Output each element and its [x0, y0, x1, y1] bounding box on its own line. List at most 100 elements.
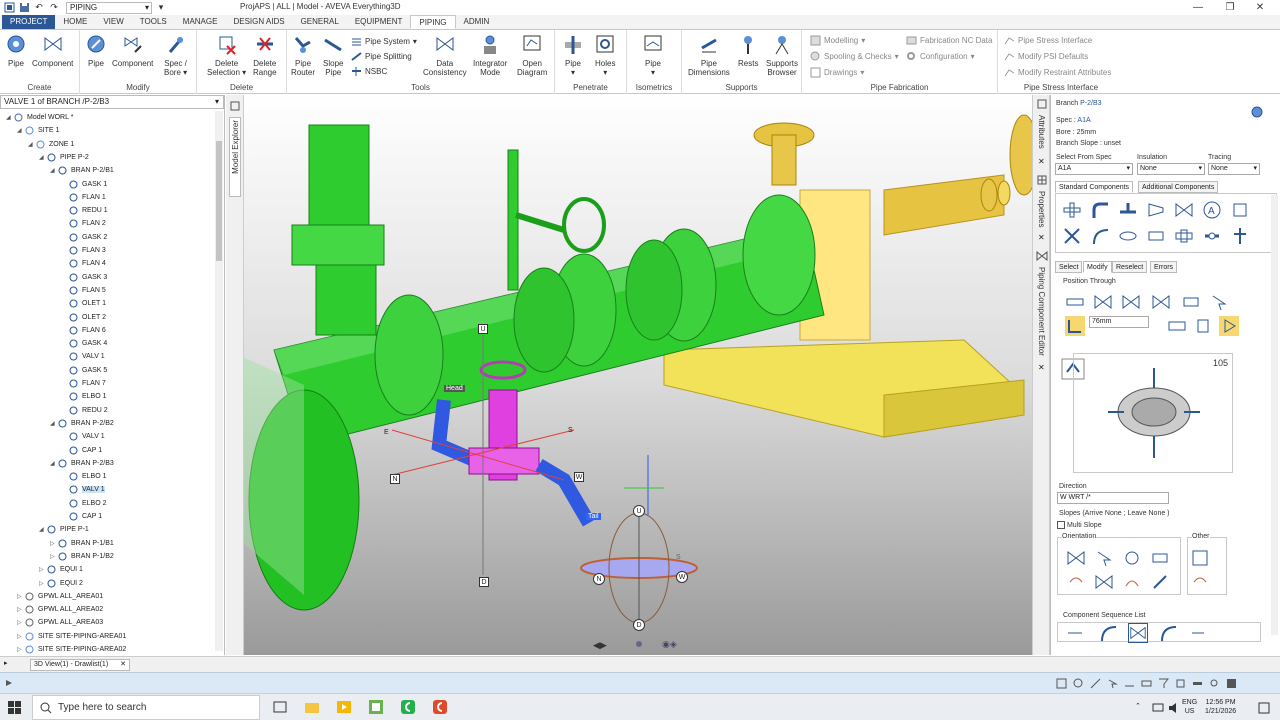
status-grid-icon[interactable]	[1056, 678, 1067, 689]
pump-flange[interactable]	[742, 194, 816, 316]
tree-toggle-icon[interactable]: ▷	[17, 593, 25, 600]
tree-toggle-icon[interactable]: ▷	[39, 566, 47, 573]
tree-toggle-icon[interactable]: ▷	[17, 619, 25, 626]
seq-cap-icon[interactable]	[1188, 623, 1208, 643]
volume-icon[interactable]	[1168, 702, 1180, 714]
tree-node[interactable]: VALV 1	[61, 430, 105, 443]
multi-slope-checkbox[interactable]	[1057, 521, 1065, 529]
properties-close-icon[interactable]: ✕	[1038, 233, 1045, 242]
attributes-close-icon[interactable]: ✕	[1038, 157, 1045, 166]
tree-node[interactable]: CAP 1	[61, 510, 102, 523]
pce-valve-icon[interactable]	[1036, 251, 1048, 261]
gizmo-north[interactable]: N	[593, 573, 605, 585]
position-cursor-icon[interactable]	[1209, 292, 1229, 312]
union-icon[interactable]	[1174, 226, 1194, 246]
tree-toggle-icon[interactable]: ◢	[6, 114, 14, 121]
explorer-pin-icon[interactable]	[230, 101, 240, 111]
tree-node[interactable]: FLAN 7	[61, 377, 106, 390]
olet-icon[interactable]	[1202, 226, 1222, 246]
view-dot-icon[interactable]	[636, 641, 642, 647]
tee-fitting[interactable]	[291, 224, 385, 266]
iso-pipe-button[interactable]: Pipe ▾	[643, 34, 663, 77]
explorer-header-combo[interactable]: VALVE 1 of BRANCH /P-2/B3	[0, 95, 224, 109]
direction-input[interactable]: W WRT /*	[1057, 492, 1169, 504]
customize-qa-icon[interactable]: ▾	[155, 2, 167, 14]
tree-toggle-icon[interactable]: ◢	[50, 420, 58, 427]
delete-selection-button[interactable]: Delete Selection ▾	[207, 34, 246, 77]
3d-scene[interactable]	[244, 95, 1032, 655]
orient-arrow-icon[interactable]	[1150, 572, 1170, 592]
taskbar-search[interactable]: Type here to search	[32, 695, 260, 720]
modify-pipe-button[interactable]: Pipe	[86, 34, 106, 68]
spec-bore-button[interactable]: Spec / Bore ▾	[164, 34, 187, 77]
orient-rotate2-icon[interactable]	[1122, 572, 1142, 592]
holes-button[interactable]: Holes ▾	[595, 34, 615, 77]
tree-node[interactable]: ELBO 2	[61, 497, 107, 510]
tree-node[interactable]: GASK 5	[61, 364, 107, 377]
tree-node[interactable]: REDU 2	[61, 404, 108, 417]
tree-node[interactable]: ▷ GPWL ALL_AREA03	[17, 616, 103, 629]
filter-icon[interactable]	[1230, 226, 1250, 246]
tree-node[interactable]: ◢ BRAN P-2/B1	[50, 164, 114, 177]
status-view-icon[interactable]	[1141, 678, 1152, 689]
pipe-splitting-button[interactable]: Pipe Splitting	[351, 49, 412, 63]
flange-2[interactable]	[513, 267, 575, 373]
tree-node[interactable]: VALV 1	[61, 483, 105, 496]
other-rotate-icon[interactable]	[1190, 572, 1210, 592]
orient-coupling-icon[interactable]	[1150, 548, 1170, 568]
tree-toggle-icon[interactable]: ▷	[50, 540, 58, 547]
tab-design-aids[interactable]: DESIGN AIDS	[225, 15, 292, 29]
elbow-icon[interactable]	[1090, 200, 1110, 220]
aveva-e3d-icon[interactable]	[368, 699, 384, 715]
pce-settings-icon[interactable]	[1247, 105, 1267, 119]
tree-node[interactable]: ◢ PIPE P-2	[39, 151, 89, 164]
bend-icon[interactable]	[1090, 226, 1110, 246]
status-layers-icon[interactable]	[1175, 678, 1186, 689]
tree-node[interactable]: FLAN 3	[61, 244, 106, 257]
tree-node[interactable]: ◢ PIPE P-1	[39, 523, 89, 536]
status-snap-icon[interactable]	[1073, 678, 1084, 689]
tab-project[interactable]: PROJECT	[2, 15, 56, 29]
redo-icon[interactable]: ↷	[48, 2, 60, 14]
pipe-stress-interface-button[interactable]: Pipe Stress Interface	[1004, 33, 1092, 47]
attributes-tab[interactable]: Attributes	[1036, 113, 1048, 157]
position-play-icon[interactable]	[1219, 316, 1239, 336]
tree-node[interactable]: VALV 1	[61, 350, 105, 363]
doc-tab-3d-view[interactable]: 3D View(1) - Drawlist(1) ✕	[30, 659, 130, 671]
tab-admin[interactable]: ADMIN	[456, 15, 498, 29]
status-tools-icon[interactable]	[1192, 678, 1203, 689]
coupling-icon[interactable]	[1146, 226, 1166, 246]
tree-toggle-icon[interactable]: ▷	[17, 646, 25, 653]
tree-toggle-icon[interactable]: ◢	[17, 127, 25, 134]
position-valve2-icon[interactable]	[1121, 292, 1141, 312]
tree-toggle-icon[interactable]: ◢	[39, 526, 47, 533]
pce-tab[interactable]: Piping Component Editor	[1036, 265, 1048, 365]
pump-motor[interactable]	[1009, 114, 1032, 196]
tab-view[interactable]: VIEW	[95, 15, 131, 29]
clock[interactable]: 12:56 PM 1/21/2026	[1205, 698, 1236, 716]
status-help-icon[interactable]	[1226, 678, 1237, 689]
flange-1[interactable]	[374, 294, 444, 416]
position-distance-icon[interactable]	[1065, 316, 1085, 336]
mode-tab-select[interactable]: Select	[1055, 261, 1083, 273]
tree-toggle-icon[interactable]: ◢	[50, 460, 58, 467]
slope-pipe-button[interactable]: Slope Pipe	[323, 34, 343, 77]
tree-node[interactable]: ◢ BRAN P-2/B3	[50, 457, 114, 470]
position-flange-icon[interactable]	[1181, 292, 1201, 312]
properties-grid-icon[interactable]	[1037, 175, 1047, 185]
drawings-button[interactable]: Drawings ▾	[810, 65, 864, 79]
integrator-mode-button[interactable]: Integrator Mode	[473, 34, 507, 77]
tree-node[interactable]: GASK 1	[61, 178, 107, 191]
tree-toggle-icon[interactable]: ◢	[28, 141, 36, 148]
file-explorer-icon[interactable]	[304, 699, 320, 715]
orient-valve-icon[interactable]	[1066, 548, 1086, 568]
create-pipe-button[interactable]: Pipe	[6, 34, 26, 68]
notifications-icon[interactable]	[1258, 702, 1270, 714]
tab-standard-components[interactable]: Standard Components	[1055, 181, 1134, 193]
tree-scrollbar-thumb[interactable]	[216, 141, 222, 261]
modify-psi-defaults-button[interactable]: Modify PSI Defaults	[1004, 49, 1088, 63]
tree-node[interactable]: CAP 1	[61, 444, 102, 457]
nsbc-button[interactable]: NSBC	[351, 64, 387, 78]
tree-node[interactable]: OLET 1	[61, 297, 106, 310]
orient-valve2-icon[interactable]	[1094, 572, 1114, 592]
